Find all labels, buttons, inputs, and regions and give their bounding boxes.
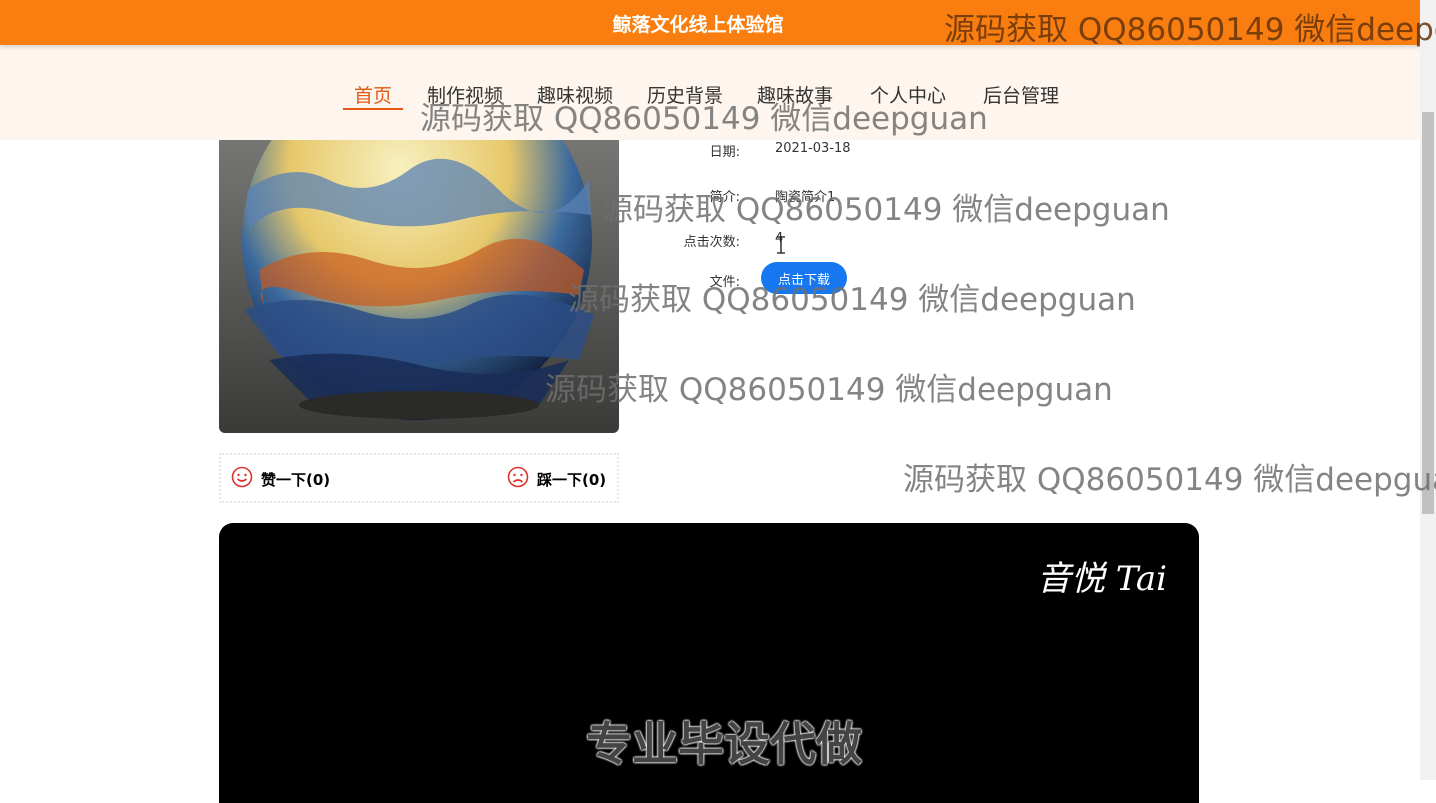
frown-icon: [507, 466, 529, 488]
watermark-text: 源码获取 QQ86050149 微信deepguan: [602, 192, 1170, 228]
smile-icon: [231, 466, 253, 488]
date-label: 日期:: [709, 145, 740, 160]
nav-item-admin[interactable]: 后台管理: [983, 81, 1059, 108]
watermark-text: 源码获取 QQ86050149 微信deepguan: [944, 12, 1436, 48]
like-label: 赞一下(0): [261, 471, 331, 489]
watermark-text: 源码获取 QQ86050149 微信deepguan: [420, 101, 988, 137]
watermark-text: 源码获取 QQ86050149 微信deepguan: [903, 462, 1436, 498]
video-subtitle: 专业毕设代做: [586, 717, 862, 771]
watermark-text: 源码获取 QQ86050149 微信deepguan: [545, 372, 1113, 408]
clicks-label: 点击次数:: [683, 235, 740, 250]
video-player[interactable]: 音悦 Tai 专业毕设代做: [219, 523, 1199, 803]
vote-box: 赞一下(0) 踩一下(0): [219, 453, 619, 503]
nav-item-home[interactable]: 首页: [354, 81, 392, 108]
nav-active-underline: [343, 108, 403, 110]
watermark-text: 源码获取 QQ86050149 微信deepguan: [568, 282, 1136, 318]
text-cursor-icon: [777, 236, 785, 254]
video-logo: 音悦 Tai: [1037, 559, 1167, 599]
dislike-label: 踩一下(0): [537, 471, 607, 489]
page-scrollbar[interactable]: [1420, 0, 1436, 780]
date-value: 2021-03-18: [775, 141, 851, 156]
